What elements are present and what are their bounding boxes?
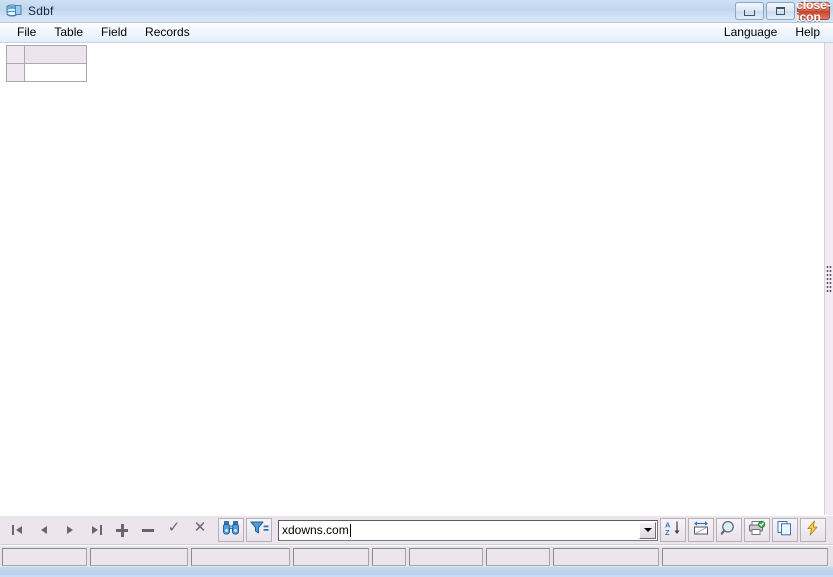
title-bar: Sdbf close-icon — [0, 0, 833, 23]
menu-item-help[interactable]: Help — [786, 24, 829, 41]
combo-dropdown-button[interactable] — [639, 521, 656, 539]
first-record-button[interactable] — [5, 519, 31, 541]
status-panel-6 — [409, 547, 484, 566]
chevron-down-icon — [643, 528, 652, 532]
post-edit-button[interactable]: ✓ — [161, 519, 187, 541]
preview-button[interactable] — [716, 518, 742, 542]
status-panel-4 — [292, 547, 370, 566]
search-input[interactable]: xdowns.com — [279, 524, 349, 536]
svg-text:Z: Z — [665, 528, 670, 536]
status-panel-1 — [2, 547, 87, 566]
last-record-icon — [88, 522, 104, 538]
menu-item-table[interactable]: Table — [45, 24, 92, 41]
filter-button[interactable] — [246, 518, 272, 542]
last-record-button[interactable] — [83, 519, 109, 541]
menu-item-language[interactable]: Language — [715, 24, 786, 41]
prior-record-icon — [36, 522, 52, 538]
close-icon: close-icon — [796, 0, 831, 24]
check-icon: ✓ — [166, 519, 182, 538]
table-row[interactable] — [6, 63, 87, 82]
run-button[interactable] — [800, 518, 826, 542]
menu-item-field[interactable]: Field — [92, 24, 136, 41]
check-glyph: ✓ — [167, 519, 181, 536]
splitter-grip-icon — [826, 266, 832, 292]
next-record-icon — [62, 522, 78, 538]
copy-pages-icon — [776, 520, 794, 541]
status-panel-5 — [372, 547, 406, 566]
application-window: Sdbf close-icon File Table Field Records… — [0, 0, 833, 577]
binoculars-icon — [222, 520, 240, 541]
minimize-button[interactable] — [735, 2, 764, 20]
filter-equals-icon — [249, 520, 269, 541]
close-button[interactable]: close-icon — [796, 0, 831, 24]
navigator-toolbar: ✓ ✕ xdowns.com A Z — [0, 515, 833, 545]
database-stack-icon — [6, 3, 22, 19]
minus-icon — [140, 522, 156, 538]
status-panel-7 — [486, 547, 551, 566]
vertical-splitter[interactable] — [824, 43, 833, 515]
grid-column-header[interactable] — [24, 45, 87, 64]
sort-az-icon: A Z — [664, 520, 682, 541]
cross-glyph: ✕ — [193, 519, 207, 536]
cancel-edit-button[interactable]: ✕ — [187, 519, 213, 541]
find-button[interactable] — [218, 518, 244, 542]
prior-record-button[interactable] — [31, 519, 57, 541]
window-title: Sdbf — [28, 4, 54, 18]
menu-item-records[interactable]: Records — [136, 24, 199, 41]
plus-icon — [114, 522, 130, 538]
fit-width-icon — [692, 520, 710, 541]
menu-bar: File Table Field Records Language Help — [0, 23, 833, 43]
grid-cell[interactable] — [24, 63, 87, 82]
delete-record-button[interactable] — [135, 519, 161, 541]
status-panel-2 — [89, 547, 189, 566]
status-panel-3 — [191, 547, 290, 566]
cross-icon: ✕ — [192, 519, 208, 538]
window-bottom-edge — [0, 567, 833, 575]
client-area — [0, 43, 833, 515]
text-caret — [349, 523, 351, 537]
maximize-icon — [776, 7, 785, 15]
maximize-button[interactable] — [766, 2, 795, 20]
next-record-button[interactable] — [57, 519, 83, 541]
print-button[interactable] — [744, 518, 770, 542]
caption-button-group: close-icon — [735, 0, 831, 24]
minimize-icon — [744, 10, 755, 16]
data-grid[interactable] — [6, 45, 87, 82]
status-panel-8 — [553, 547, 660, 566]
status-bar — [0, 545, 833, 567]
magnifier-icon — [720, 520, 738, 541]
sort-button[interactable]: A Z — [660, 518, 686, 542]
copy-button[interactable] — [772, 518, 798, 542]
grid-row-selector[interactable] — [6, 45, 25, 64]
grid-header-row — [6, 45, 87, 64]
grid-row-selector[interactable] — [6, 63, 25, 82]
first-record-icon — [10, 522, 26, 538]
insert-record-button[interactable] — [109, 519, 135, 541]
printer-check-icon — [748, 520, 766, 541]
lightning-bolt-icon — [804, 520, 822, 541]
fit-columns-button[interactable] — [688, 518, 714, 542]
menu-item-file[interactable]: File — [8, 24, 45, 41]
status-panel-9 — [662, 547, 828, 566]
search-combo[interactable]: xdowns.com — [278, 519, 658, 541]
